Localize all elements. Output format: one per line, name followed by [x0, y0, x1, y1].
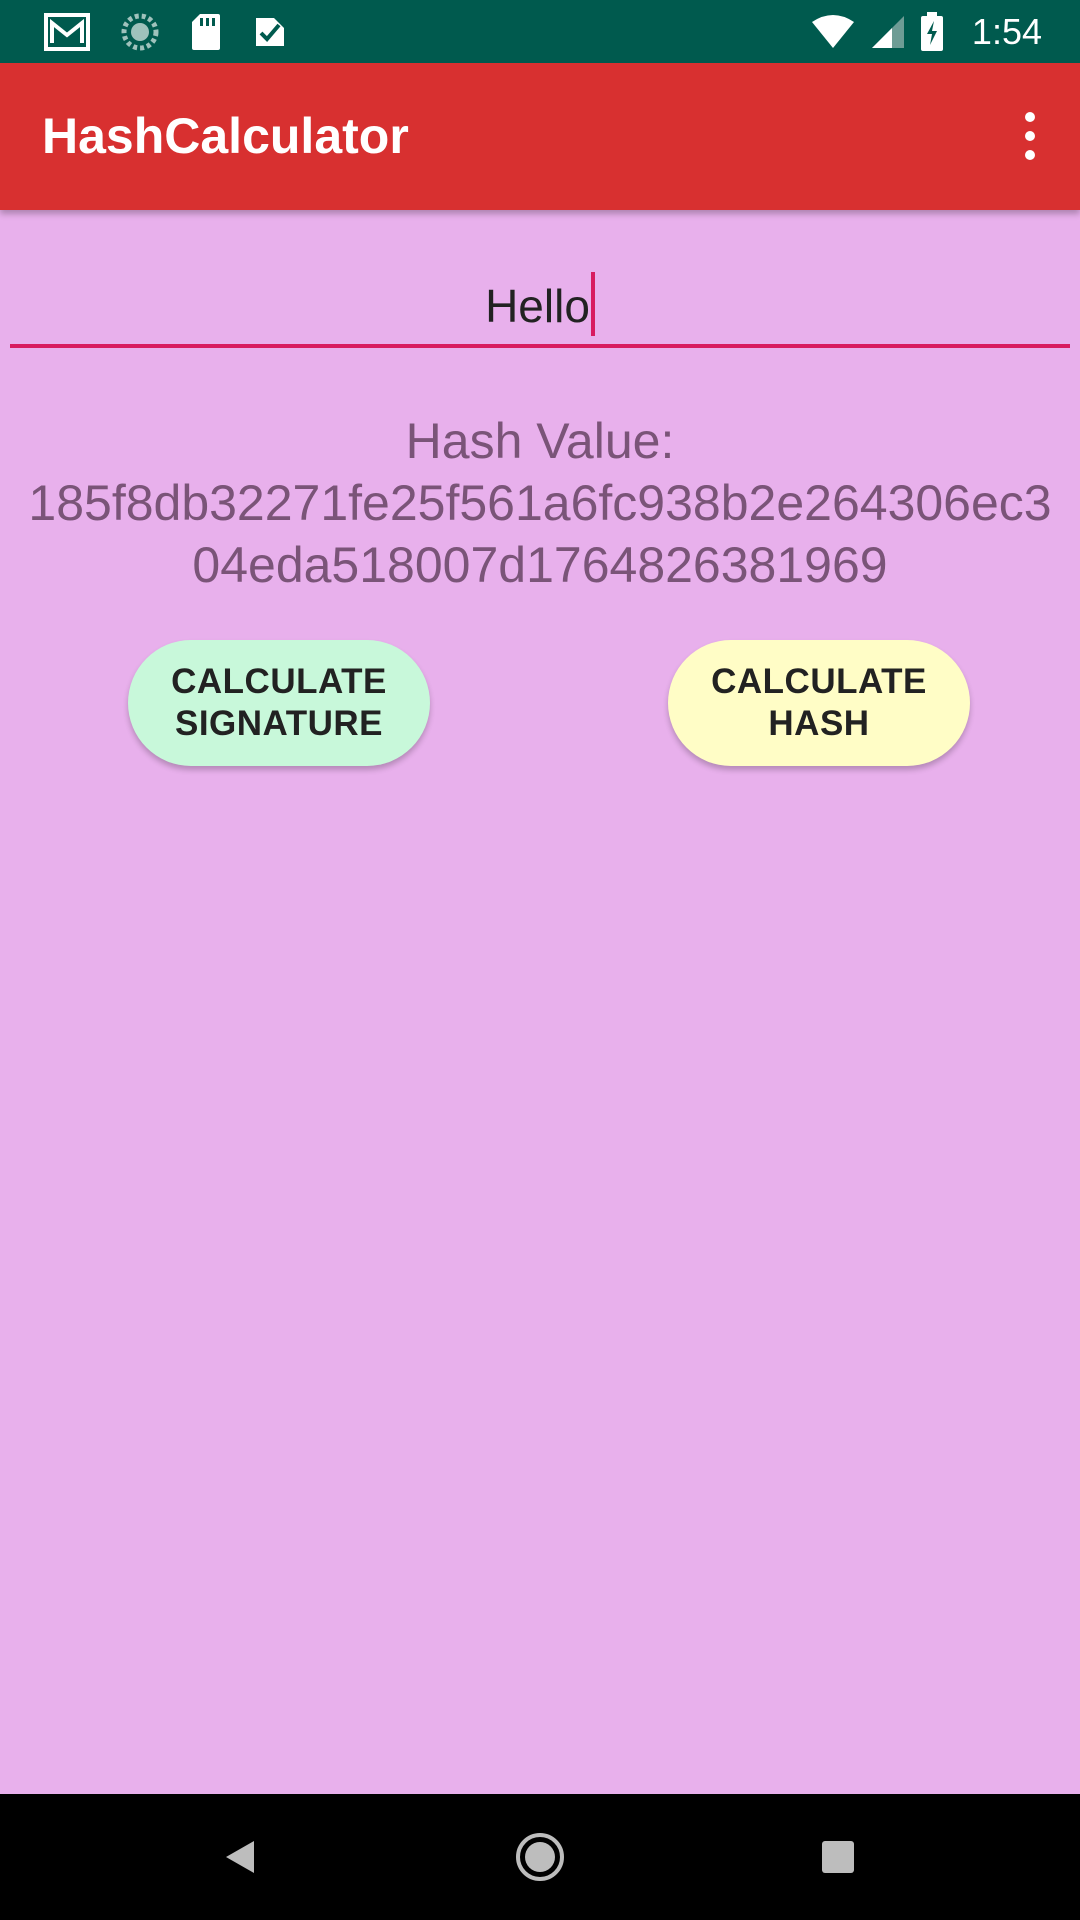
- calculate-hash-button[interactable]: CALCULATE HASH: [668, 640, 970, 766]
- menu-dot: [1025, 131, 1035, 141]
- text-cursor: [590, 271, 595, 336]
- text-input-value: Hello: [485, 280, 590, 332]
- text-input-field[interactable]: Hello: [10, 262, 1070, 350]
- task-check-icon: [252, 14, 288, 50]
- status-icons-left: [44, 10, 288, 54]
- hash-value: 185f8db32271fe25f561a6fc938b2e264306ec30…: [28, 475, 1052, 593]
- cell-signal-icon: [870, 14, 906, 50]
- gmail-icon: [44, 13, 90, 51]
- home-icon[interactable]: [510, 1827, 570, 1887]
- app-bar: HashCalculator: [0, 63, 1080, 210]
- text-input[interactable]: Hello: [10, 262, 1070, 342]
- calculate-signature-button[interactable]: CALCULATE SIGNATURE: [128, 640, 430, 766]
- status-bar: 1:54: [0, 0, 1080, 63]
- status-icons-right: 1:54: [810, 10, 1042, 54]
- recents-icon[interactable]: [808, 1827, 868, 1887]
- menu-dot: [1025, 150, 1035, 160]
- back-icon[interactable]: [210, 1827, 270, 1887]
- menu-dot: [1025, 112, 1035, 122]
- navigation-bar: [0, 1794, 1080, 1920]
- overflow-menu-icon[interactable]: [1000, 103, 1060, 169]
- sd-card-icon: [190, 12, 222, 52]
- text-input-underline: [10, 344, 1070, 348]
- sync-icon: [120, 12, 160, 52]
- wifi-icon: [810, 14, 856, 50]
- hash-label: Hash Value:: [405, 413, 675, 469]
- app-title: HashCalculator: [42, 108, 409, 164]
- status-time: 1:54: [971, 11, 1042, 52]
- calculate-signature-label: CALCULATE SIGNATURE: [171, 662, 387, 743]
- calculate-hash-label: CALCULATE HASH: [711, 662, 927, 743]
- battery-charging-icon: [920, 12, 944, 52]
